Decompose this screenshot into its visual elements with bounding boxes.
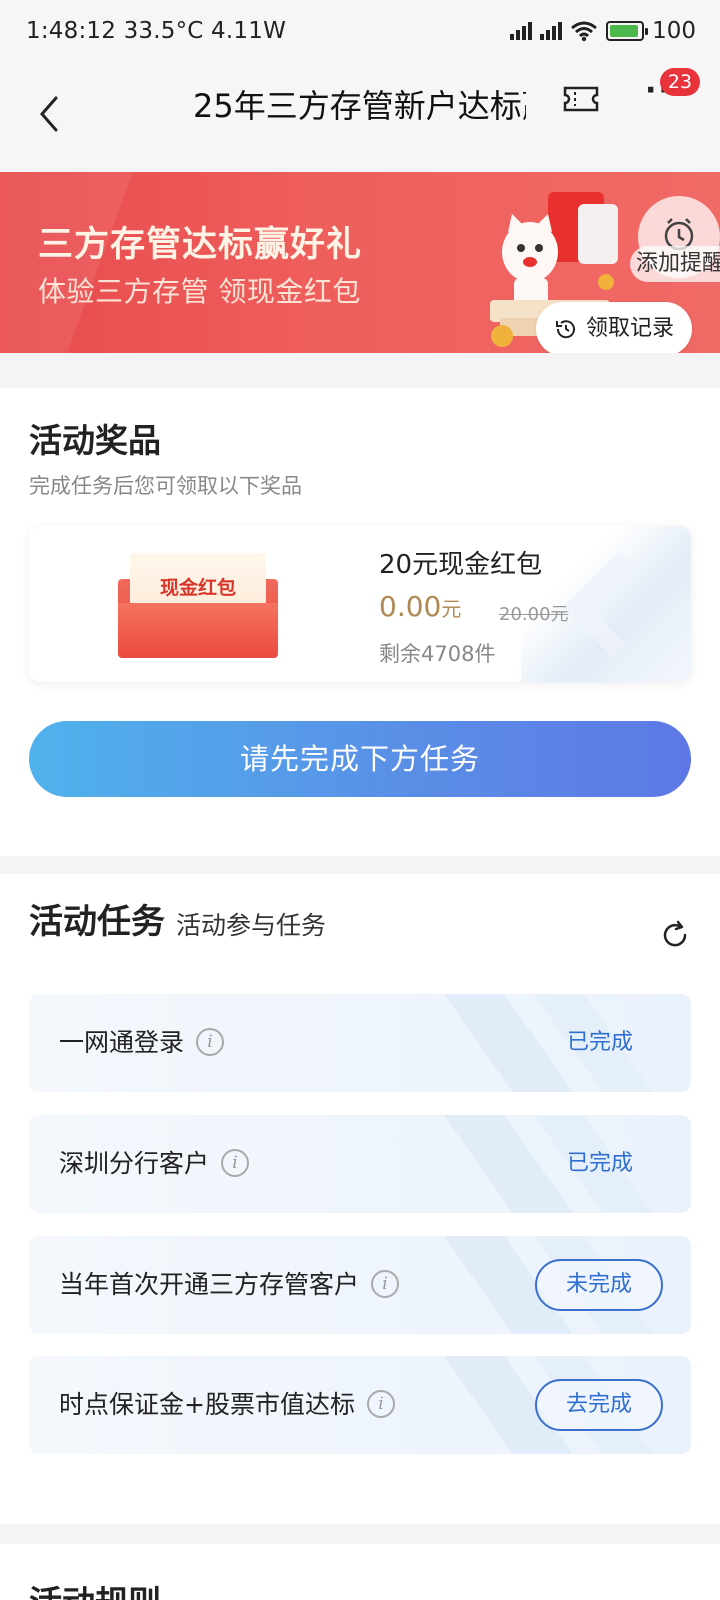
red-envelope-label: 现金红包 — [159, 577, 236, 599]
task-item-open-account: 当年首次开通三方存管客户 i 未完成 — [29, 1236, 691, 1334]
complete-tasks-button[interactable]: 请先完成下方任务 — [29, 721, 691, 797]
red-envelope-image: 现金红包 — [118, 553, 278, 658]
info-icon[interactable]: i — [366, 1390, 395, 1418]
notification-badge: 23 — [660, 68, 700, 96]
prize-remaining: 剩余4708件 — [379, 642, 496, 666]
add-reminder-button[interactable]: 添加提醒 — [630, 246, 720, 282]
status-icons: 100 — [510, 16, 696, 46]
task-status-done: 已完成 — [566, 1151, 633, 1176]
rules-section: 活动规则 — [0, 1544, 720, 1600]
claim-records-button[interactable]: 领取记录 — [536, 302, 692, 353]
task-status-done: 已完成 — [566, 1030, 633, 1055]
task-item-login: 一网通登录 i 已完成 — [29, 994, 691, 1092]
rules-section-title: 活动规则 — [29, 1576, 161, 1600]
task-section-title: 活动任务 — [29, 902, 165, 942]
task-item-branch: 深圳分行客户 i 已完成 — [29, 1115, 691, 1213]
battery-level: 100 — [652, 18, 696, 44]
history-icon — [556, 320, 575, 339]
prize-name: 20元现金红包 — [379, 550, 543, 580]
banner-title: 三方存管达标赢好礼 — [38, 225, 363, 265]
info-icon[interactable]: i — [221, 1149, 250, 1177]
page-title: 25年三方存管新户达标赢 — [193, 87, 526, 125]
refresh-icon[interactable] — [660, 920, 690, 950]
signal-icon — [510, 22, 533, 40]
task-label: 一网通登录 i — [59, 994, 225, 1092]
info-icon[interactable]: i — [196, 1028, 225, 1056]
task-section-subtitle: 活动参与任务 — [176, 911, 327, 940]
status-time-info: 1:48:12 33.5°C 4.11W — [26, 18, 287, 44]
info-icon[interactable]: i — [371, 1270, 400, 1298]
prize-price: 0.00元 — [379, 590, 462, 623]
task-item-deposit: 时点保证金+股票市值达标 i 去完成 — [29, 1356, 691, 1454]
task-label: 时点保证金+股票市值达标 i — [59, 1356, 395, 1454]
prize-section-title: 活动奖品 — [29, 421, 161, 460]
battery-charging-icon — [606, 21, 649, 41]
banner-subtitle: 体验三方存管 领现金红包 — [38, 275, 361, 308]
nav-bar: 25年三方存管新户达标赢 ··· 23 — [0, 64, 720, 168]
go-complete-button[interactable]: 去完成 — [535, 1379, 663, 1431]
task-label: 深圳分行客户 i — [59, 1115, 250, 1213]
task-incomplete-button[interactable]: 未完成 — [535, 1259, 663, 1311]
wifi-icon — [571, 21, 598, 42]
claim-records-label: 领取记录 — [586, 316, 675, 341]
prize-section: 活动奖品 完成任务后您可领取以下奖品 现金红包 20元现金红包 0.00元 20… — [0, 388, 720, 856]
status-bar: 1:48:12 33.5°C 4.11W 100 — [0, 0, 720, 64]
prize-card[interactable]: 现金红包 20元现金红包 0.00元 20.00元 剩余4708件 — [29, 526, 691, 682]
task-section: 活动任务 活动参与任务 一网通登录 i 已完成 深圳分行客户 i 已完成 当年首次开… — [0, 874, 720, 1524]
back-icon[interactable] — [34, 82, 74, 144]
signal-icon — [540, 22, 563, 40]
prize-section-subtitle: 完成任务后您可领取以下奖品 — [29, 474, 302, 498]
promo-banner: 三方存管达标赢好礼 体验三方存管 领现金红包 添加提醒 领取记录 — [0, 172, 720, 353]
task-label: 当年首次开通三方存管客户 i — [59, 1236, 400, 1334]
ticket-icon[interactable] — [563, 86, 599, 112]
prize-original-price: 20.00元 — [499, 604, 569, 625]
